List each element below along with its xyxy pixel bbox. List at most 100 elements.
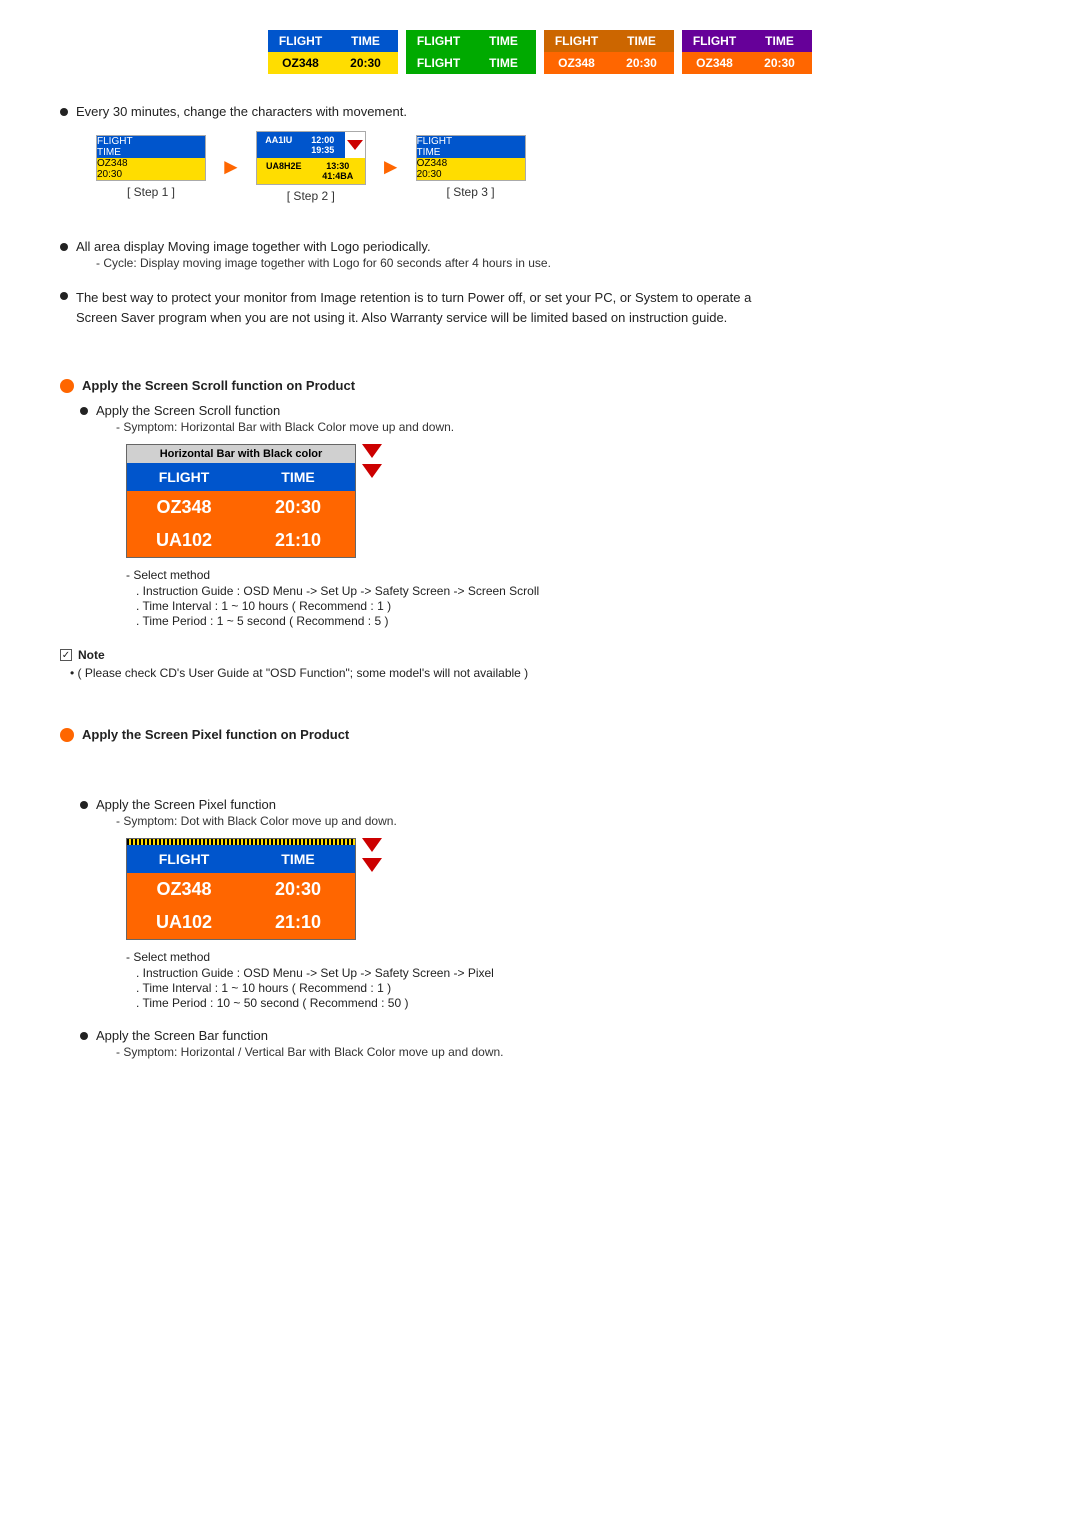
step1-panel: FLIGHT TIME OZ348 20:30 <box>96 135 206 181</box>
px-arrow-down-2 <box>362 858 382 872</box>
step-diagram: FLIGHT TIME OZ348 20:30 [ Step 1 ] ► <box>96 131 526 203</box>
bar-sub2: Apply the Screen Bar function <box>96 1028 504 1043</box>
bullet-section-3: The best way to protect your monitor fro… <box>60 288 1020 327</box>
sm-line-pixel-3: . Time Period : 10 ~ 50 second ( Recomme… <box>136 996 494 1010</box>
note-section: ✓ Note • ( Please check CD's User Guide … <box>60 648 1020 680</box>
step2-panel: AA1IU 12:0019:35 UA8Н2E 13:3041:4BA <box>256 131 366 185</box>
bullet1-text: Every 30 minutes, change the characters … <box>76 104 526 119</box>
scr-bot-l: UA8Н2E <box>257 158 311 184</box>
select-method-pixel: - Select method . Instruction Guide : OS… <box>126 950 494 1010</box>
arrow-1: ► <box>220 154 242 180</box>
step1-label: [ Step 1 ] <box>127 185 175 199</box>
pixel-sub1: Apply the Screen Pixel function <box>96 797 494 812</box>
arrow-down-1 <box>362 444 382 458</box>
px-r1-right: TIME <box>241 845 355 873</box>
down-arrows-scroll <box>362 444 382 478</box>
scr-bot-r: 13:3041:4BA <box>311 158 365 184</box>
s3-bot-right: 20:30 <box>417 169 525 180</box>
step3-label: [ Step 3 ] <box>447 185 495 199</box>
p4-bot-left: OZ348 <box>682 52 747 74</box>
screen-pixel-header: Apply the Screen Pixel function on Produ… <box>60 727 1020 742</box>
hbar-row-2: OZ348 20:30 <box>127 491 355 524</box>
s1-top-right: TIME <box>97 147 205 158</box>
scroll-bullet-dot <box>80 407 88 415</box>
pixel-row-1: FLIGHT TIME <box>127 845 355 873</box>
sm-line-scroll-3: . Time Period : 1 ~ 5 second ( Recommend… <box>136 614 539 628</box>
hbar-r3-right: 21:10 <box>241 524 355 557</box>
hbar-r1-left: FLIGHT <box>127 463 241 491</box>
note-content: • ( Please check CD's User Guide at "OSD… <box>70 666 1020 680</box>
down-arrows-pixel <box>362 838 382 872</box>
bullet2-text: All area display Moving image together w… <box>76 239 551 254</box>
pixel-table: FLIGHT TIME OZ348 20:30 UA102 21:10 <box>126 838 356 940</box>
px-r2-left: OZ348 <box>127 873 241 906</box>
panel-3: FLIGHT TIME OZ348 20:30 <box>544 30 674 74</box>
hbar-header: Horizontal Bar with Black color <box>127 445 355 463</box>
s1-bot-left: OZ348 <box>97 158 205 169</box>
sm-line-pixel-2: . Time Interval : 1 ~ 10 hours ( Recomme… <box>136 981 494 995</box>
p2-top-right: TIME <box>471 30 536 52</box>
bullet-section-1: Every 30 minutes, change the characters … <box>60 104 1020 221</box>
note-header: Note <box>78 648 105 662</box>
s1-bot-right: 20:30 <box>97 169 205 180</box>
select-method-scroll: - Select method . Instruction Guide : OS… <box>126 568 539 628</box>
p4-top-left: FLIGHT <box>682 30 747 52</box>
pixel-table-container: FLIGHT TIME OZ348 20:30 UA102 21:10 <box>126 838 494 940</box>
screen-scroll-header: Apply the Screen Scroll function on Prod… <box>60 378 1020 393</box>
panel-4: FLIGHT TIME OZ348 20:30 <box>682 30 812 74</box>
step3-box: FLIGHT TIME OZ348 20:30 [ Step 3 ] <box>416 135 526 199</box>
px-arrow-down-1 <box>362 838 382 852</box>
s3-top-right: TIME <box>417 147 525 158</box>
s1-top-left: FLIGHT <box>97 136 205 147</box>
bullet2-sub: - Cycle: Display moving image together w… <box>96 256 551 270</box>
step2-label: [ Step 2 ] <box>287 189 335 203</box>
pixel-row-3: UA102 21:10 <box>127 906 355 939</box>
circle-icon-scroll <box>60 379 74 393</box>
bar-symptom: - Symptom: Horizontal / Vertical Bar wit… <box>116 1045 504 1059</box>
screen-scroll-title: Apply the Screen Scroll function on Prod… <box>82 378 355 393</box>
bullet-dot-3 <box>60 292 68 300</box>
hbar-r3-left: UA102 <box>127 524 241 557</box>
px-r2-right: 20:30 <box>241 873 355 906</box>
bullet3-text: The best way to protect your monitor fro… <box>76 288 756 327</box>
panel-1: FLIGHT TIME OZ348 20:30 <box>268 30 398 74</box>
px-r1-left: FLIGHT <box>127 845 241 873</box>
sm-line-scroll-2: . Time Interval : 1 ~ 10 hours ( Recomme… <box>136 599 539 613</box>
screen-pixel-content: Apply the Screen Pixel function - Sympto… <box>80 797 1020 1059</box>
pixel-symptom: - Symptom: Dot with Black Color move up … <box>116 814 494 828</box>
note-bullet-text: ( Please check CD's User Guide at "OSD F… <box>78 666 529 680</box>
note-bullet-dot: • <box>70 666 78 680</box>
sm-title-pixel: - Select method <box>126 950 494 964</box>
arrow-down-2 <box>362 464 382 478</box>
step3-panel: FLIGHT TIME OZ348 20:30 <box>416 135 526 181</box>
bullet-dot-1 <box>60 108 68 116</box>
p3-top-right: TIME <box>609 30 674 52</box>
sm-line-scroll-1: . Instruction Guide : OSD Menu -> Set Up… <box>136 584 539 598</box>
p2-top-left: FLIGHT <box>406 30 471 52</box>
sm-title-scroll: - Select method <box>126 568 539 582</box>
screen-scroll-content: Apply the Screen Scroll function - Sympt… <box>80 403 1020 638</box>
step2-box: AA1IU 12:0019:35 UA8Н2E 13:3041:4BA [ St… <box>256 131 366 203</box>
note-checkbox-icon: ✓ <box>60 649 72 661</box>
arrow-2: ► <box>380 154 402 180</box>
hbar-row-3: UA102 21:10 <box>127 524 355 557</box>
p3-bot-right: 20:30 <box>609 52 674 74</box>
p3-top-left: FLIGHT <box>544 30 609 52</box>
screen-pixel-title: Apply the Screen Pixel function on Produ… <box>82 727 349 742</box>
hbar-table: Horizontal Bar with Black color FLIGHT T… <box>126 444 356 558</box>
hbar-r1-right: TIME <box>241 463 355 491</box>
sm-line-pixel-1: . Instruction Guide : OSD Menu -> Set Up… <box>136 966 494 980</box>
p2-bot-right: TIME <box>471 52 536 74</box>
s3-top-left: FLIGHT <box>417 136 525 147</box>
hbar-container: Horizontal Bar with Black color FLIGHT T… <box>126 444 539 558</box>
scroll-sub1: Apply the Screen Scroll function <box>96 403 539 418</box>
bullet-dot-2 <box>60 243 68 251</box>
scr-top-l: AA1IU <box>257 132 301 158</box>
px-r3-right: 21:10 <box>241 906 355 939</box>
panels-row: FLIGHT TIME OZ348 20:30 FLIGHT TIME FLIG… <box>60 30 1020 74</box>
hbar-r2-right: 20:30 <box>241 491 355 524</box>
p1-top-right: TIME <box>333 30 398 52</box>
p2-bot-left: FLIGHT <box>406 52 471 74</box>
p4-bot-right: 20:30 <box>747 52 812 74</box>
scr-top-r: 12:0019:35 <box>301 132 345 158</box>
